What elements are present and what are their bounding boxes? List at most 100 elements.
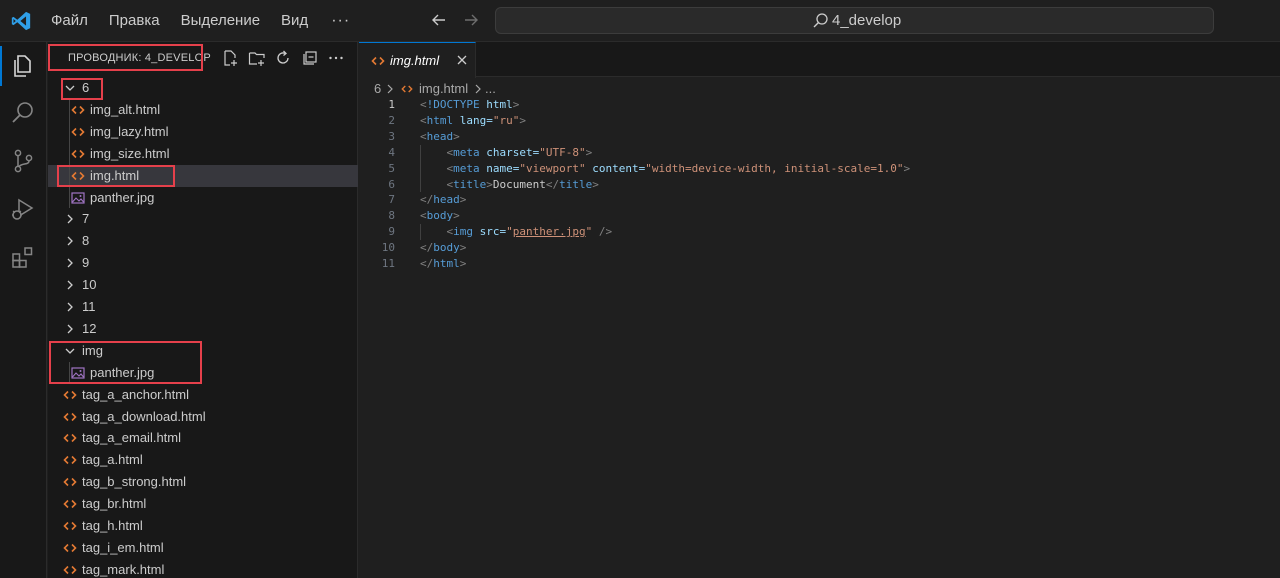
image-file-icon xyxy=(71,191,85,204)
menu-view[interactable]: Вид xyxy=(281,0,308,42)
menu-file[interactable]: Файл xyxy=(51,0,88,42)
tree-folder[interactable]: 6 xyxy=(48,77,358,99)
tree-file[interactable]: panther.jpg xyxy=(48,187,358,209)
breadcrumb-folder[interactable]: 6 xyxy=(374,81,381,96)
indent-guide xyxy=(69,361,70,384)
explorer-sidebar: ПРОВОДНИК: 4_DEVELOP 6 img_alt.html img_… xyxy=(48,42,358,578)
tree-item-label: tag_br.html xyxy=(82,496,147,512)
tree-item-label: 10 xyxy=(82,277,97,293)
tree-file[interactable]: tag_a_download.html xyxy=(48,406,358,428)
arrow-right-icon[interactable] xyxy=(462,11,480,29)
tree-folder[interactable]: 9 xyxy=(48,252,358,274)
editor-tabs: img.html xyxy=(359,42,1280,78)
tree-file[interactable]: tag_i_em.html xyxy=(48,537,358,559)
code-text: </body> xyxy=(420,241,467,255)
collapse-all-icon[interactable] xyxy=(301,49,319,67)
code-text: <html lang="ru"> xyxy=(420,113,526,127)
breadcrumb-more[interactable]: ... xyxy=(485,81,496,96)
line-number: 10 xyxy=(381,241,395,255)
chevron-right-icon xyxy=(387,84,393,94)
tree-item-label: img xyxy=(82,342,103,358)
explorer-actions xyxy=(221,49,354,67)
active-indicator xyxy=(0,46,2,86)
chevron-right-icon xyxy=(67,258,73,268)
tree-item-label: panther.jpg xyxy=(90,364,155,380)
code-line: 3 <head> xyxy=(359,129,1280,145)
tree-item-label: 11 xyxy=(82,299,96,314)
tree-folder[interactable]: 10 xyxy=(48,274,358,296)
tree-file[interactable]: tag_h.html xyxy=(48,515,358,537)
tree-item-label: 12 xyxy=(82,320,97,336)
tree-file[interactable]: tag_a.html xyxy=(48,449,358,471)
source-control-icon[interactable] xyxy=(10,148,36,174)
tree-file[interactable]: tag_a_anchor.html xyxy=(48,384,358,406)
tree-file[interactable]: tag_br.html xyxy=(48,493,358,515)
code-line: 9 <img src="panther.jpg" /> xyxy=(359,224,1280,240)
tree-item-label: img_size.html xyxy=(90,145,170,161)
menu-bar: Файл Правка Выделение Вид ··· xyxy=(51,0,350,42)
line-number: 9 xyxy=(388,225,395,239)
tree-folder[interactable]: 11 xyxy=(48,296,358,318)
menu-selection[interactable]: Выделение xyxy=(181,0,260,42)
line-number: 6 xyxy=(388,177,395,191)
html-file-icon xyxy=(63,434,77,443)
tree-file[interactable]: img_size.html xyxy=(48,143,358,165)
tree-file[interactable]: img_lazy.html xyxy=(48,121,358,143)
more-actions-icon[interactable] xyxy=(327,49,345,67)
line-number: 5 xyxy=(388,161,395,175)
code-text: <meta name="viewport" content="width=dev… xyxy=(446,161,911,175)
breadcrumb-file[interactable]: img.html xyxy=(419,81,468,96)
code-text: </html> xyxy=(420,257,467,270)
tree-item-label: 8 xyxy=(82,233,90,249)
refresh-icon[interactable] xyxy=(274,49,292,67)
code-text: <meta charset="UTF-8"> xyxy=(446,145,593,159)
close-icon[interactable] xyxy=(456,54,468,66)
indent-guide xyxy=(420,224,421,241)
chevron-right-icon xyxy=(67,280,73,290)
extensions-icon[interactable] xyxy=(10,244,36,270)
tree-item-label: panther.jpg xyxy=(90,189,155,205)
menu-edit[interactable]: Правка xyxy=(109,0,160,42)
tree-folder[interactable]: 7 xyxy=(48,208,358,230)
tree-item-label: tag_a_download.html xyxy=(82,408,206,424)
code-text: <body> xyxy=(420,209,460,223)
tab-img-html[interactable]: img.html xyxy=(359,42,476,78)
tree-file[interactable]: tag_b_strong.html xyxy=(48,471,358,493)
html-file-icon xyxy=(63,478,77,487)
tree-item-label: tag_a.html xyxy=(82,452,143,468)
line-number: 1 xyxy=(388,98,395,111)
search-icon[interactable] xyxy=(10,100,36,126)
tree-folder[interactable]: 8 xyxy=(48,230,358,252)
explorer-icon[interactable] xyxy=(10,53,36,79)
tree-folder[interactable]: 12 xyxy=(48,318,358,340)
html-file-icon xyxy=(63,412,77,421)
tree-file[interactable]: img.html xyxy=(48,164,358,187)
line-number: 4 xyxy=(388,145,395,159)
indent-guide xyxy=(420,144,421,193)
command-center-search[interactable]: 4_develop xyxy=(495,7,1214,34)
tree-item-label: img_alt.html xyxy=(90,101,161,117)
tree-item-label: tag_a_email.html xyxy=(82,430,181,446)
vscode-logo-icon[interactable] xyxy=(10,10,32,32)
tree-item-label: tag_h.html xyxy=(82,518,143,533)
editor-area: img.html 6 img.html ... 1 <!DOCTYPE html>… xyxy=(359,42,1280,578)
html-file-icon xyxy=(63,500,77,509)
code-line: 8 <body> xyxy=(359,208,1280,224)
line-number: 3 xyxy=(388,129,395,143)
tree-file[interactable]: tag_mark.html xyxy=(48,559,358,578)
tree-folder[interactable]: img xyxy=(48,340,358,362)
code-line: 2 <html lang="ru"> xyxy=(359,113,1280,129)
tree-item-label: img.html xyxy=(90,167,140,183)
new-file-icon[interactable] xyxy=(221,49,239,67)
code-line: 5 <meta name="viewport" content="width=d… xyxy=(359,161,1280,177)
tree-file[interactable]: tag_a_email.html xyxy=(48,427,358,449)
tree-file[interactable]: img_alt.html xyxy=(48,99,358,121)
html-file-icon xyxy=(71,105,85,114)
run-debug-icon[interactable] xyxy=(10,196,36,222)
html-file-icon xyxy=(71,171,85,180)
menu-more-button[interactable]: ··· xyxy=(331,12,350,30)
tree-item-label: img_lazy.html xyxy=(90,123,169,139)
new-folder-icon[interactable] xyxy=(248,49,266,67)
tree-file[interactable]: panther.jpg xyxy=(48,362,358,384)
arrow-left-icon[interactable] xyxy=(430,11,448,29)
